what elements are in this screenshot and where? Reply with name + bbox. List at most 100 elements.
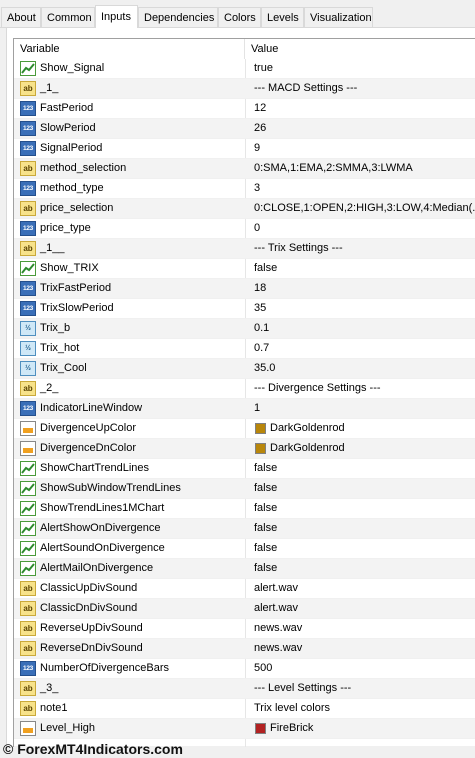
variable-value[interactable]: FireBrick <box>270 719 475 738</box>
table-row[interactable]: 123 FastPeriod 12 <box>14 99 475 119</box>
table-row[interactable]: 123 SignalPeriod 9 <box>14 139 475 159</box>
variable-value[interactable]: 1 <box>254 399 475 418</box>
tab-bar: About Common Inputs Dependencies Colors … <box>0 0 475 30</box>
string-type-icon: ab <box>20 581 36 596</box>
variable-value[interactable]: 35 <box>254 299 475 318</box>
table-row[interactable]: ShowChartTrendLines false <box>14 459 475 479</box>
table-row[interactable]: ShowTrendLines1MChart false <box>14 499 475 519</box>
variable-value[interactable]: alert.wav <box>254 599 475 618</box>
variable-value[interactable]: 0.1 <box>254 319 475 338</box>
variable-value[interactable]: 35.0 <box>254 359 475 378</box>
table-row[interactable]: ab note1 Trix level colors <box>14 699 475 719</box>
string-type-icon: ab <box>20 161 36 176</box>
table-row[interactable]: ShowSubWindowTrendLines false <box>14 479 475 499</box>
variable-value[interactable]: false <box>254 499 475 518</box>
variable-name: Trix_hot <box>40 342 80 354</box>
column-header-value[interactable]: Value <box>251 39 278 59</box>
table-row[interactable]: ½ Trix_Cool 35.0 <box>14 359 475 379</box>
variable-value[interactable]: alert.wav <box>254 579 475 598</box>
table-row[interactable]: AlertMailOnDivergence false <box>14 559 475 579</box>
variable-value[interactable]: false <box>254 559 475 578</box>
table-row[interactable]: ½ Trix_b 0.1 <box>14 319 475 339</box>
variable-value[interactable]: --- Level Settings --- <box>254 679 475 698</box>
variable-value[interactable]: DarkGoldenrod <box>270 439 475 458</box>
variable-name: SignalPeriod <box>40 142 103 154</box>
variable-value[interactable]: 0.7 <box>254 339 475 358</box>
table-row[interactable]: 123 IndicatorLineWindow 1 <box>14 399 475 419</box>
table-row[interactable]: ab _2_ --- Divergence Settings --- <box>14 379 475 399</box>
variable-value[interactable]: 0:SMA,1:EMA,2:SMMA,3:LWMA <box>254 159 475 178</box>
variable-value[interactable]: 9 <box>254 139 475 158</box>
table-row[interactable]: 123 NumberOfDivergenceBars 500 <box>14 659 475 679</box>
variable-value[interactable]: 500 <box>254 659 475 678</box>
variable-value[interactable]: false <box>254 519 475 538</box>
table-row[interactable]: Show_TRIX false <box>14 259 475 279</box>
integer-type-icon: 123 <box>20 661 36 676</box>
variable-name: SlowPeriod <box>40 122 96 134</box>
variable-name: _3_ <box>40 682 59 694</box>
tab-dependencies[interactable]: Dependencies <box>138 7 218 27</box>
table-row[interactable]: 123 SlowPeriod 26 <box>14 119 475 139</box>
variable-value[interactable]: --- Trix Settings --- <box>254 239 475 258</box>
boolean-type-icon <box>20 501 36 516</box>
variable-value[interactable]: 12 <box>254 99 475 118</box>
table-row[interactable]: DivergenceUpColor DarkGoldenrod <box>14 419 475 439</box>
variable-value[interactable]: false <box>254 479 475 498</box>
table-row[interactable]: ab ReverseDnDivSound news.wav <box>14 639 475 659</box>
table-row[interactable]: ab ReverseUpDivSound news.wav <box>14 619 475 639</box>
table-row[interactable]: 123 method_type 3 <box>14 179 475 199</box>
integer-type-icon: 123 <box>20 401 36 416</box>
variable-value[interactable]: news.wav <box>254 619 475 638</box>
double-type-icon: ½ <box>20 361 36 376</box>
table-row[interactable]: ab method_selection 0:SMA,1:EMA,2:SMMA,3:L… <box>14 159 475 179</box>
variable-value[interactable]: 18 <box>254 279 475 298</box>
variable-value[interactable]: news.wav <box>254 639 475 658</box>
variable-value[interactable]: 3 <box>254 179 475 198</box>
table-row[interactable]: AlertSoundOnDivergence false <box>14 539 475 559</box>
table-row[interactable]: 123 TrixFastPeriod 18 <box>14 279 475 299</box>
table-row[interactable]: DivergenceDnColor DarkGoldenrod <box>14 439 475 459</box>
variable-value[interactable]: 26 <box>254 119 475 138</box>
tab-common[interactable]: Common <box>41 7 95 27</box>
color-type-icon <box>20 441 36 456</box>
variable-value[interactable]: 0:CLOSE,1:OPEN,2:HIGH,3:LOW,4:Median(... <box>254 199 475 218</box>
variable-value[interactable]: Trix level colors <box>254 699 475 718</box>
variable-value[interactable]: false <box>254 459 475 478</box>
variable-name: note1 <box>40 702 68 714</box>
boolean-type-icon <box>20 261 36 276</box>
table-row[interactable]: Level_High FireBrick <box>14 719 475 739</box>
tab-about[interactable]: About <box>1 7 41 27</box>
table-row[interactable]: ab ClassicUpDivSound alert.wav <box>14 579 475 599</box>
integer-type-icon: 123 <box>20 221 36 236</box>
variable-value[interactable]: false <box>254 259 475 278</box>
variable-name: NumberOfDivergenceBars <box>40 662 169 674</box>
watermark-text: © ForexMT4Indicators.com <box>3 741 183 757</box>
variable-name: ReverseUpDivSound <box>40 622 143 634</box>
variable-value[interactable]: true <box>254 59 475 78</box>
variable-name: method_selection <box>40 162 127 174</box>
table-row[interactable]: 123 TrixSlowPeriod 35 <box>14 299 475 319</box>
table-row[interactable]: AlertShowOnDivergence false <box>14 519 475 539</box>
table-row[interactable]: 123 price_type 0 <box>14 219 475 239</box>
table-row[interactable]: ab price_selection 0:CLOSE,1:OPEN,2:HIGH,3… <box>14 199 475 219</box>
tab-inputs[interactable]: Inputs <box>95 5 138 28</box>
variable-value[interactable]: 0 <box>254 219 475 238</box>
variable-value[interactable]: DarkGoldenrod <box>270 419 475 438</box>
variable-value[interactable]: --- Divergence Settings --- <box>254 379 475 398</box>
table-row[interactable]: ½ Trix_hot 0.7 <box>14 339 475 359</box>
table-row[interactable]: ab _1__ --- Trix Settings --- <box>14 239 475 259</box>
table-row[interactable]: ab ClassicDnDivSound alert.wav <box>14 599 475 619</box>
variable-value[interactable]: false <box>254 539 475 558</box>
integer-type-icon: 123 <box>20 121 36 136</box>
tab-colors[interactable]: Colors <box>218 7 261 27</box>
table-row[interactable]: Show_Signal true <box>14 59 475 79</box>
table-row[interactable]: ab _3_ --- Level Settings --- <box>14 679 475 699</box>
variable-value[interactable]: --- MACD Settings --- <box>254 79 475 98</box>
variable-name: ReverseDnDivSound <box>40 642 143 654</box>
table-row[interactable]: ab _1_ --- MACD Settings --- <box>14 79 475 99</box>
variable-name: DivergenceDnColor <box>40 442 136 454</box>
integer-type-icon: 123 <box>20 281 36 296</box>
column-header-variable[interactable]: Variable <box>14 39 245 59</box>
tab-levels[interactable]: Levels <box>261 7 304 27</box>
tab-visualization[interactable]: Visualization <box>304 7 373 27</box>
